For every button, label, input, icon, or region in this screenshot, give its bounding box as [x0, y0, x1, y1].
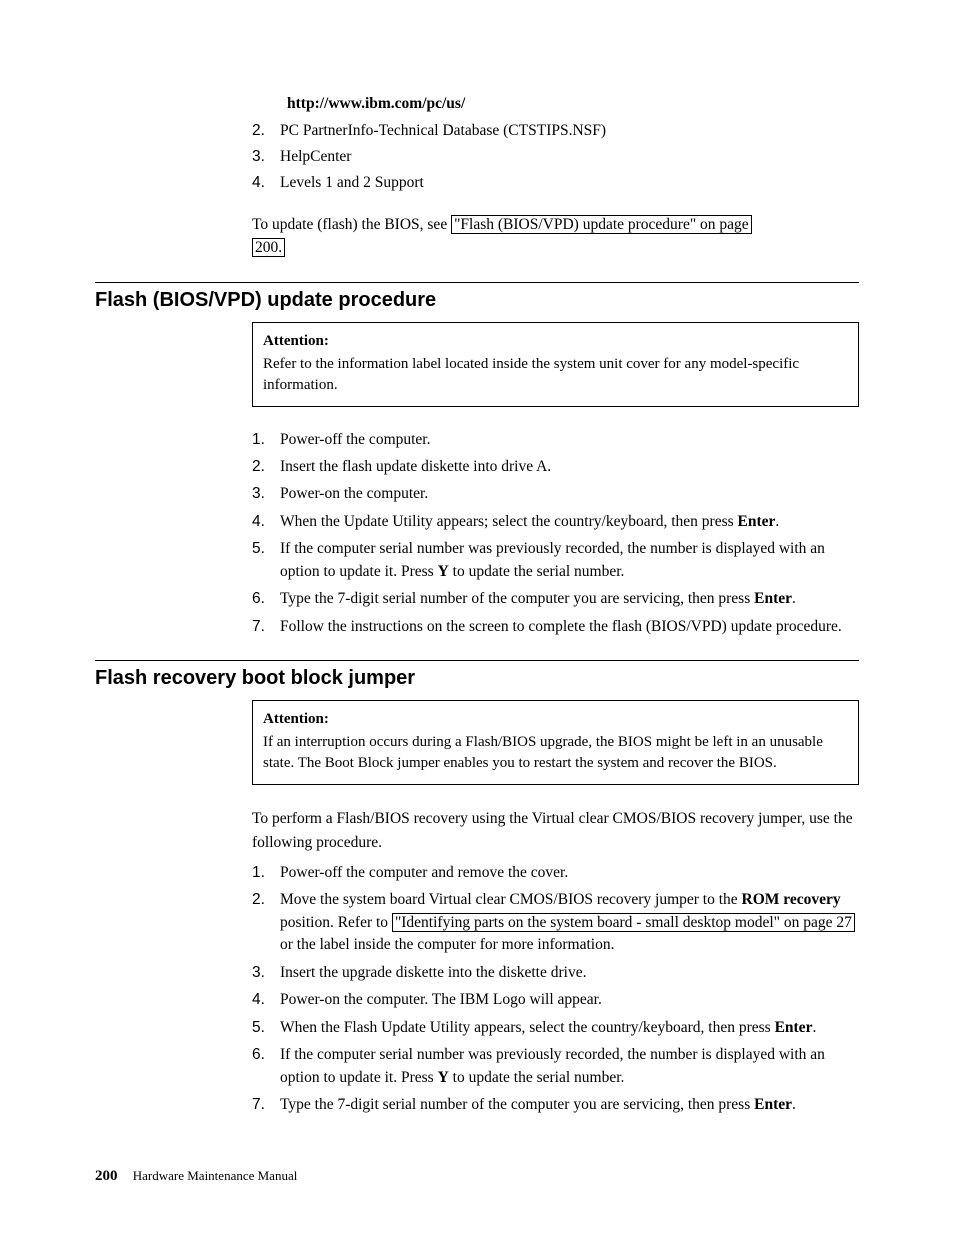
step-text: If the computer serial number was previo…: [280, 1044, 859, 1089]
step-number: 4.: [252, 511, 280, 533]
step-item: 5.If the computer serial number was prev…: [252, 538, 859, 583]
step-item: 1.Power-off the computer.: [252, 429, 859, 451]
step-number: 7.: [252, 1094, 280, 1116]
step-text: Follow the instructions on the screen to…: [280, 616, 859, 638]
list-number: 4.: [252, 171, 280, 195]
step-number: 3.: [252, 483, 280, 505]
step-text: Type the 7-digit serial number of the co…: [280, 588, 859, 610]
step-text: When the Update Utility appears; select …: [280, 511, 859, 533]
step-item: 7.Follow the instructions on the screen …: [252, 616, 859, 638]
step-item: 6.If the computer serial number was prev…: [252, 1044, 859, 1089]
list-text: Levels 1 and 2 Support: [280, 171, 859, 195]
list-number: 2.: [252, 119, 280, 143]
footer-title: Hardware Maintenance Manual: [133, 1168, 298, 1183]
para-text: To update (flash) the BIOS, see: [252, 216, 451, 233]
procedure-list: 1.Power-off the computer and remove the …: [252, 862, 859, 1117]
intro-paragraph: To update (flash) the BIOS, see "Flash (…: [252, 213, 859, 260]
attention-box: Attention: If an interruption occurs dur…: [252, 700, 859, 785]
cross-ref-link[interactable]: 200.: [252, 238, 285, 257]
step-item: 3.Power-on the computer.: [252, 483, 859, 505]
step-number: 2.: [252, 889, 280, 956]
procedure-list: 1.Power-off the computer. 2.Insert the f…: [252, 429, 859, 639]
section-1-content: Attention: Refer to the information labe…: [252, 322, 859, 639]
section-rule: [95, 660, 859, 661]
step-number: 5.: [252, 1017, 280, 1039]
step-text: Power-on the computer. The IBM Logo will…: [280, 989, 859, 1011]
step-text: Power-off the computer and remove the co…: [280, 862, 859, 884]
cross-ref-link[interactable]: "Flash (BIOS/VPD) update procedure" on p…: [451, 215, 752, 234]
list-item: 4.Levels 1 and 2 Support: [252, 171, 859, 195]
step-number: 6.: [252, 588, 280, 610]
step-item: 5.When the Flash Update Utility appears,…: [252, 1017, 859, 1039]
list-item: 2.PC PartnerInfo-Technical Database (CTS…: [252, 119, 859, 143]
step-text: Move the system board Virtual clear CMOS…: [280, 889, 859, 956]
page-body: http://www.ibm.com/pc/us/ 2.PC PartnerIn…: [0, 0, 954, 1171]
step-item: 2.Move the system board Virtual clear CM…: [252, 889, 859, 956]
step-text: When the Flash Update Utility appears, s…: [280, 1017, 859, 1039]
step-text: Insert the flash update diskette into dr…: [280, 456, 859, 478]
attention-title: Attention:: [263, 709, 848, 730]
step-number: 5.: [252, 538, 280, 583]
intro-paragraph: To perform a Flash/BIOS recovery using t…: [252, 807, 859, 854]
attention-body: If an interruption occurs during a Flash…: [263, 732, 848, 774]
step-number: 2.: [252, 456, 280, 478]
step-number: 1.: [252, 429, 280, 451]
step-number: 1.: [252, 862, 280, 884]
step-text: Power-off the computer.: [280, 429, 859, 451]
step-number: 7.: [252, 616, 280, 638]
list-item: 3.HelpCenter: [252, 145, 859, 169]
step-item: 3.Insert the upgrade diskette into the d…: [252, 962, 859, 984]
section-rule: [95, 282, 859, 283]
step-item: 7.Type the 7-digit serial number of the …: [252, 1094, 859, 1116]
url-text: http://www.ibm.com/pc/us/: [287, 95, 859, 113]
step-text: Power-on the computer.: [280, 483, 859, 505]
step-number: 6.: [252, 1044, 280, 1089]
attention-body: Refer to the information label located i…: [263, 354, 848, 396]
step-item: 4.Power-on the computer. The IBM Logo wi…: [252, 989, 859, 1011]
page-footer: 200 Hardware Maintenance Manual: [95, 1168, 297, 1185]
step-text: If the computer serial number was previo…: [280, 538, 859, 583]
step-text: Insert the upgrade diskette into the dis…: [280, 962, 859, 984]
page-number: 200: [95, 1168, 118, 1184]
intro-list: 2.PC PartnerInfo-Technical Database (CTS…: [252, 119, 859, 195]
section-2-content: Attention: If an interruption occurs dur…: [252, 700, 859, 1116]
step-number: 3.: [252, 962, 280, 984]
step-item: 4.When the Update Utility appears; selec…: [252, 511, 859, 533]
intro-block: http://www.ibm.com/pc/us/ 2.PC PartnerIn…: [252, 95, 859, 260]
section-heading: Flash recovery boot block jumper: [95, 667, 859, 690]
step-item: 2.Insert the flash update diskette into …: [252, 456, 859, 478]
step-item: 1.Power-off the computer and remove the …: [252, 862, 859, 884]
list-text: PC PartnerInfo-Technical Database (CTSTI…: [280, 119, 859, 143]
list-number: 3.: [252, 145, 280, 169]
cross-ref-link[interactable]: "Identifying parts on the system board -…: [392, 913, 855, 932]
step-number: 4.: [252, 989, 280, 1011]
step-text: Type the 7-digit serial number of the co…: [280, 1094, 859, 1116]
attention-title: Attention:: [263, 331, 848, 352]
attention-box: Attention: Refer to the information labe…: [252, 322, 859, 407]
list-text: HelpCenter: [280, 145, 859, 169]
step-item: 6.Type the 7-digit serial number of the …: [252, 588, 859, 610]
section-heading: Flash (BIOS/VPD) update procedure: [95, 289, 859, 312]
